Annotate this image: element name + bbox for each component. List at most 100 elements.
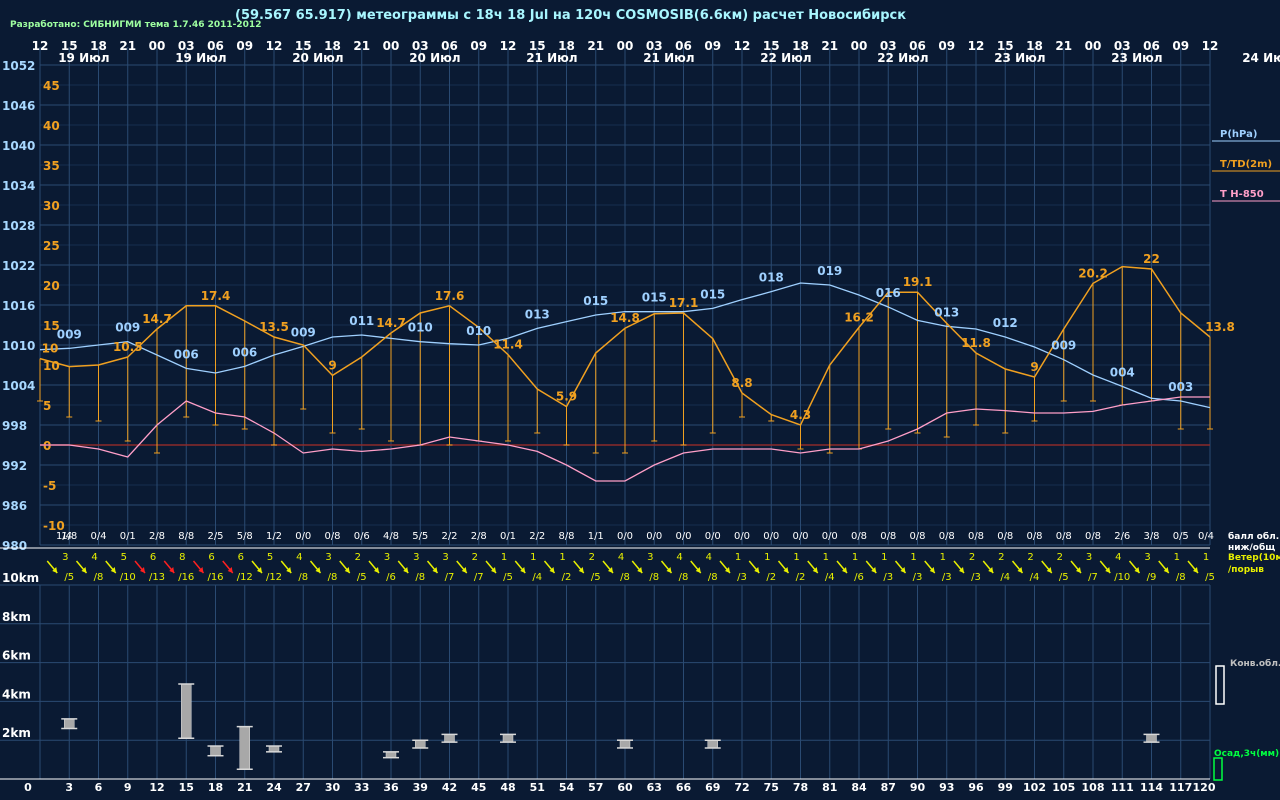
cloud-layer-bar — [502, 734, 514, 743]
wind-gust-label: /3 — [913, 572, 923, 583]
wind-speed-label: 4 — [676, 552, 682, 563]
cloud-fraction-label: 0/0 — [675, 531, 691, 542]
pressure-tick-label: 1028 — [2, 219, 35, 233]
cloud-layer-bar — [64, 718, 75, 729]
cloud-fraction-label: 0/0 — [792, 531, 808, 542]
temperature-value-label: 17.4 — [201, 289, 231, 303]
pressure-value-label: 004 — [1110, 365, 1135, 379]
temperature-value-label: 10 — [42, 342, 59, 356]
cloud-fraction-label: 2/5 — [207, 531, 223, 542]
wind-speed-label: 8 — [179, 552, 185, 563]
wind-gust-label: /2 — [562, 572, 572, 583]
wind-speed-label: 4 — [618, 552, 624, 563]
wind-gust-label: /5 — [1059, 572, 1069, 583]
wind-gust-label: /9 — [1147, 572, 1157, 583]
cloud-fraction-label: 0/8 — [968, 531, 984, 542]
wind-gust-label: /2 — [766, 572, 776, 583]
bottom-hour-label: 66 — [676, 781, 692, 794]
cloud-fraction-label: 0/6 — [354, 531, 370, 542]
cloud-layer-bar — [707, 739, 718, 749]
cloud-fraction-label: 4/8 — [383, 531, 399, 542]
bottom-hour-label: 30 — [325, 781, 341, 794]
pressure-tick-label: 1022 — [2, 259, 35, 273]
bottom-hour-label: 3 — [65, 781, 73, 794]
top-hour-label: 00 — [149, 39, 166, 53]
temperature-tick-label: 5 — [43, 399, 51, 413]
top-date-label: 22 Июл — [760, 51, 811, 65]
cloud-fraction-label: 0/8 — [997, 531, 1013, 542]
wind-gust-label: /8 — [94, 572, 104, 583]
wind-speed-label: 3 — [413, 552, 419, 563]
wind-speed-label: 3 — [647, 552, 653, 563]
bottom-hour-label: 78 — [793, 781, 808, 794]
cloud-fraction-label: 0/0 — [295, 531, 311, 542]
cloud-layer-bar — [239, 726, 250, 770]
wind-speed-label: 3 — [1086, 552, 1092, 563]
wind-speed-label: 6 — [150, 552, 156, 563]
cloud-fraction-label: 0/0 — [617, 531, 633, 542]
cloud-fraction-label: 2/6 — [1114, 531, 1130, 542]
cloud-layer-bar — [444, 734, 455, 743]
wind-gust-label: /8 — [328, 572, 338, 583]
wind-speed-label: 1 — [764, 552, 770, 563]
top-date-label: 21 Июл — [643, 51, 694, 65]
bottom-hour-label: 27 — [296, 781, 311, 794]
cloud-fraction-label: 0/8 — [324, 531, 340, 542]
temperature-tick-label: 35 — [43, 159, 60, 173]
wind-speed-label: 2 — [998, 552, 1004, 563]
top-hour-label: 00 — [851, 39, 868, 53]
wind-gust-label: /3 — [883, 572, 893, 583]
wind-gust-label: /8 — [708, 572, 718, 583]
wind-gust-label: /16 — [178, 572, 194, 583]
pressure-value-label: 003 — [1168, 380, 1193, 394]
top-hour-label: 09 — [236, 39, 253, 53]
pressure-tick-label: 992 — [2, 459, 27, 473]
pressure-value-label: 011 — [349, 314, 374, 328]
temperature-value-label: 19.1 — [903, 275, 933, 289]
temperature-value-label: 20.2 — [1078, 266, 1108, 280]
wind-speed-label: 2 — [355, 552, 361, 563]
pressure-value-label: 013 — [934, 305, 959, 319]
wind-speed-label: 2 — [1057, 552, 1063, 563]
cloud-fraction-label: 0/1 — [500, 531, 516, 542]
cloud-fraction-label: 0/0 — [822, 531, 838, 542]
wind-gust-label: /7 — [474, 572, 484, 583]
top-date-label: 24 Июл — [1242, 51, 1280, 65]
bottom-hour-label: 81 — [822, 781, 837, 794]
top-hour-label: 12 — [968, 39, 985, 53]
wind-gust-label: /8 — [1176, 572, 1186, 583]
wind-gust-label: /4 — [1030, 572, 1040, 583]
precip-label: Осад,3ч(мм) — [1214, 749, 1279, 759]
wind-gust-label: /7 — [445, 572, 455, 583]
pressure-value-label: 010 — [408, 321, 433, 335]
pressure-tick-label: 1004 — [2, 379, 35, 393]
wind-gust-label: /10 — [120, 572, 136, 583]
cloud-fraction-label: 2/2 — [441, 531, 457, 542]
bottom-hour-label: 0 — [24, 781, 32, 794]
cloud-fraction-label: 1/8 — [61, 531, 77, 542]
pressure-tick-label: 1034 — [2, 179, 35, 193]
cloud-fraction-label: 0/0 — [705, 531, 721, 542]
height-tick-label: 8km — [2, 610, 31, 624]
cloud-fraction-label: 3/8 — [1143, 531, 1159, 542]
top-hour-label: 21 — [353, 39, 370, 53]
wind-gust-label: /8 — [415, 572, 425, 583]
wind-gust-label: /13 — [149, 572, 165, 583]
cloud-fraction-label: 0/8 — [939, 531, 955, 542]
top-hour-label: 09 — [704, 39, 721, 53]
pressure-value-label: 006 — [232, 345, 257, 359]
bottom-hour-label: 90 — [910, 781, 926, 794]
wind-speed-label: 1 — [501, 552, 507, 563]
wind-speed-label: 1 — [881, 552, 887, 563]
temperature-value-label: 11.8 — [961, 336, 991, 350]
cloud-fraction-label: 0/0 — [734, 531, 750, 542]
bottom-hour-label: 108 — [1082, 781, 1105, 794]
temperature-value-label: 4.3 — [790, 408, 811, 422]
wind-speed-label: 2 — [472, 552, 478, 563]
wind-speed-label: 1 — [735, 552, 741, 563]
cloud-fraction-label: 5/8 — [237, 531, 253, 542]
cloud-fraction-label: 5/5 — [412, 531, 428, 542]
wind-gust-label: /5 — [64, 572, 74, 583]
top-hour-label: 21 — [119, 39, 136, 53]
wind-speed-label: 4 — [1115, 552, 1121, 563]
